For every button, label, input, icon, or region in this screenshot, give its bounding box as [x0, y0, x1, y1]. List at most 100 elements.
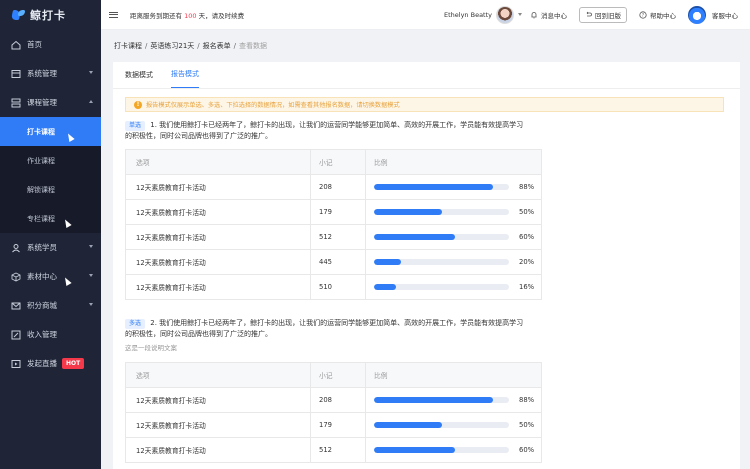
course-icon — [10, 97, 21, 108]
sidebar-item-label: 积分商城 — [27, 301, 57, 310]
ratio-bar-fill — [374, 234, 455, 240]
breadcrumb-separator: / — [145, 42, 148, 50]
ratio-percent: 16% — [519, 283, 535, 291]
count-cell: 208 — [311, 175, 366, 199]
report-mode-alert: ! 报告模式仅展示单选、多选、下拉选择的数据情况，如需查看其他报名数据，请切换数… — [125, 97, 724, 112]
hot-badge: HOT — [62, 358, 85, 369]
tab-report-mode[interactable]: 报告模式 — [171, 69, 199, 88]
question-2-table: 选项 小记 比例 12天素质教育打卡活动 208 88% 12天素质教育打卡活动 179 50%… — [125, 362, 542, 463]
ratio-bar — [374, 184, 509, 190]
sidebar-item-course[interactable]: 课程管理 — [0, 88, 101, 117]
column-header-count: 小记 — [311, 150, 366, 174]
brand-logo[interactable]: 鲸打卡 — [0, 0, 101, 30]
table-row: 12天素质教育打卡活动 512 60% — [126, 224, 541, 249]
ratio-cell: 20% — [366, 250, 541, 274]
customer-service-icon — [688, 5, 706, 24]
sidebar-item-label: 发起直播 — [27, 359, 57, 368]
sidebar: 鲸打卡 首页 系统管理 课程管理 打卡课程 作业课程 解锁课程 专栏课程 系统学… — [0, 0, 101, 469]
avatar[interactable] — [496, 5, 514, 24]
question-title-continued: 的积极性，同时公司品牌也得到了广泛的推广。 — [125, 132, 272, 140]
sidebar-item-live[interactable]: 发起直播 HOT — [0, 349, 101, 378]
message-center-label: 消息中心 — [541, 11, 567, 20]
sidebar-subitem-column-course[interactable]: 专栏课程 — [0, 204, 101, 233]
tab-data-mode[interactable]: 数据模式 — [125, 70, 153, 88]
ratio-percent: 50% — [519, 421, 535, 429]
back-to-old-version-label: 回到旧版 — [595, 11, 621, 20]
breadcrumb-item[interactable]: 打卡课程 — [114, 41, 142, 51]
ratio-bar-fill — [374, 209, 442, 215]
ratio-percent: 88% — [519, 396, 535, 404]
ratio-percent: 60% — [519, 233, 535, 241]
menu-toggle-icon[interactable] — [109, 11, 118, 18]
ratio-bar-fill — [374, 447, 455, 453]
ratio-cell: 60% — [366, 438, 541, 462]
option-cell: 12天素质教育打卡活动 — [126, 275, 311, 299]
home-icon — [10, 39, 21, 50]
count-cell: 445 — [311, 250, 366, 274]
table-header-row: 选项 小记 比例 — [126, 363, 541, 387]
mail-icon — [10, 300, 21, 311]
sidebar-item-materials[interactable]: 素材中心 — [0, 262, 101, 291]
main-content: 打卡课程 / 英语练习21天 / 报名表单 / 查看数据 数据模式 报告模式 !… — [101, 30, 750, 469]
sidebar-item-label: 系统管理 — [27, 69, 57, 78]
ratio-bar-fill — [374, 259, 401, 265]
sidebar-item-label: 素材中心 — [27, 272, 57, 281]
top-header: 距离服务到期还有 100 天，请及时续费 Ethelyn Beatty 消息中心… — [101, 0, 750, 30]
message-center-button[interactable]: 消息中心 — [530, 10, 567, 20]
sidebar-item-points-mall[interactable]: 积分商城 — [0, 291, 101, 320]
sidebar-subitem-homework-course[interactable]: 作业课程 — [0, 146, 101, 175]
table-row: 12天素质教育打卡活动 179 50% — [126, 412, 541, 437]
breadcrumb-item[interactable]: 报名表单 — [203, 41, 231, 51]
ratio-bar — [374, 234, 509, 240]
help-center-button[interactable]: ? 帮助中心 — [639, 10, 676, 20]
notice-suffix: 天，请及时续费 — [198, 11, 245, 20]
count-cell: 208 — [311, 388, 366, 412]
table-row: 12天素质教育打卡活动 208 88% — [126, 174, 541, 199]
sidebar-item-income[interactable]: 收入管理 — [0, 320, 101, 349]
table-row: 12天素质教育打卡活动 445 20% — [126, 249, 541, 274]
count-cell: 512 — [311, 438, 366, 462]
sidebar-item-students[interactable]: 系统学员 — [0, 233, 101, 262]
ratio-bar — [374, 259, 509, 265]
sidebar-subitem-unlock-course[interactable]: 解锁课程 — [0, 175, 101, 204]
back-to-old-version-button[interactable]: 回到旧版 — [579, 6, 627, 23]
breadcrumb: 打卡课程 / 英语练习21天 / 报名表单 / 查看数据 — [101, 30, 750, 62]
edit-icon — [10, 329, 21, 340]
ratio-percent: 50% — [519, 208, 535, 216]
notice-days: 100 — [184, 11, 197, 20]
ratio-cell: 50% — [366, 200, 541, 224]
brand-name: 鲸打卡 — [30, 9, 66, 22]
customer-service-button[interactable]: 客服中心 — [688, 5, 738, 24]
breadcrumb-item[interactable]: 英语练习21天 — [150, 41, 194, 51]
sidebar-item-home[interactable]: 首页 — [0, 30, 101, 59]
mouse-cursor-icon — [62, 218, 72, 228]
breadcrumb-separator: / — [233, 42, 236, 50]
sidebar-item-system[interactable]: 系统管理 — [0, 59, 101, 88]
option-cell: 12天素质教育打卡活动 — [126, 388, 311, 412]
ratio-cell: 16% — [366, 275, 541, 299]
user-name[interactable]: Ethelyn Beatty — [444, 11, 492, 19]
whale-logo-icon — [12, 10, 26, 20]
count-cell: 179 — [311, 200, 366, 224]
column-header-option: 选项 — [126, 363, 311, 387]
ratio-bar — [374, 447, 509, 453]
question-title-continued: 的积极性，同时公司品牌也得到了广泛的推广。 — [125, 330, 272, 338]
bell-icon — [531, 11, 537, 18]
sidebar-subitem-label: 解锁课程 — [27, 185, 55, 194]
chevron-down-icon[interactable] — [518, 13, 522, 16]
ratio-bar-fill — [374, 422, 442, 428]
ratio-bar — [374, 284, 509, 290]
option-cell: 12天素质教育打卡活动 — [126, 200, 311, 224]
table-row: 12天素质教育打卡活动 208 88% — [126, 387, 541, 412]
ratio-bar-fill — [374, 184, 493, 190]
ratio-percent: 20% — [519, 258, 535, 266]
sidebar-subitem-label: 专栏课程 — [27, 214, 55, 223]
help-center-label: 帮助中心 — [650, 11, 676, 20]
sidebar-subitem-checkin-course[interactable]: 打卡课程 — [0, 117, 101, 146]
sidebar-item-label: 系统学员 — [27, 243, 57, 252]
column-header-count: 小记 — [311, 363, 366, 387]
table-row: 12天素质教育打卡活动 510 16% — [126, 274, 541, 299]
undo-icon — [586, 11, 592, 17]
sidebar-item-label: 收入管理 — [27, 330, 57, 339]
question-1-table: 选项 小记 比例 12天素质教育打卡活动 208 88% 12天素质教育打卡活动 179 50%… — [125, 149, 542, 300]
